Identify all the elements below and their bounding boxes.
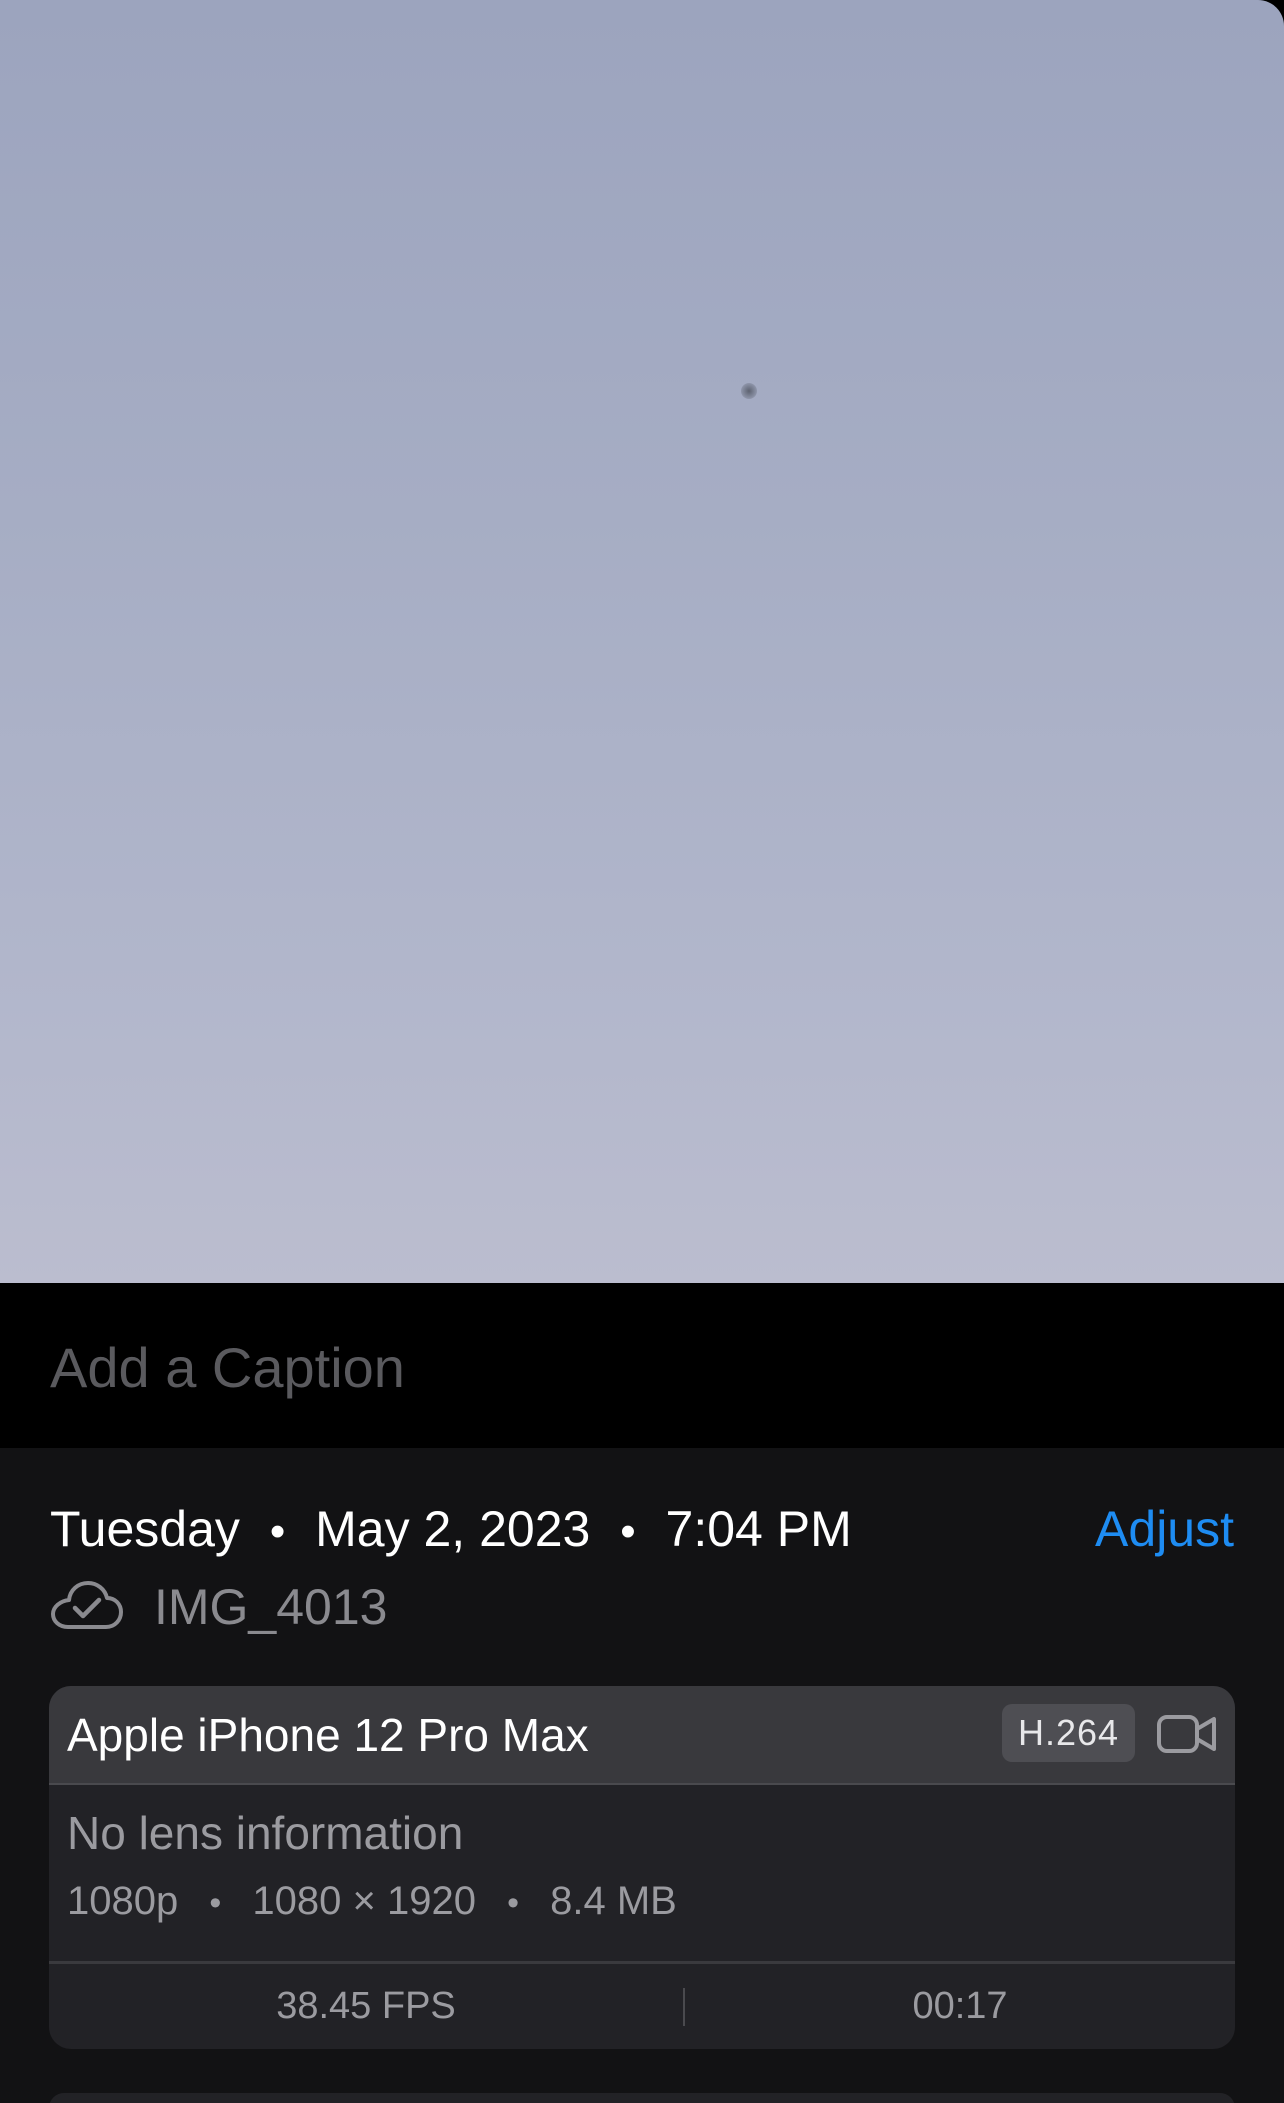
caption-input[interactable] [50, 1332, 950, 1402]
device-info-card: Apple iPhone 12 Pro Max H.264 No lens in… [49, 1686, 1235, 2049]
date-time-line: Tuesday • May 2, 2023 • 7:04 PM [50, 1498, 852, 1563]
separator-dot: • [507, 1884, 519, 1922]
frame-rate-stat: 38.45 FPS [276, 1985, 456, 2027]
resolution-label: 1080p [67, 1879, 179, 1923]
separator-dot: • [620, 1507, 636, 1556]
photo-preview[interactable] [0, 0, 1284, 1283]
file-name-row: IMG_4013 [50, 1574, 387, 1640]
next-card-edge [49, 2093, 1235, 2103]
device-name: Apple iPhone 12 Pro Max [67, 1709, 589, 1761]
cloud-check-icon [50, 1579, 124, 1635]
weekday-label: Tuesday [50, 1501, 240, 1557]
file-size-label: 8.4 MB [550, 1879, 677, 1923]
separator-dot: • [209, 1884, 222, 1922]
device-card-header: Apple iPhone 12 Pro Max H.264 [49, 1686, 1235, 1785]
separator-dot: • [269, 1507, 286, 1556]
photo-info-screen: Tuesday • May 2, 2023 • 7:04 PM Adjust I… [0, 0, 1284, 2103]
photo-speck [741, 383, 757, 399]
file-name: IMG_4013 [154, 1579, 388, 1635]
codec-badge: H.264 [1002, 1704, 1135, 1762]
lens-info: No lens information [67, 1807, 464, 1859]
date-label: May 2, 2023 [315, 1501, 591, 1557]
video-camera-icon [1156, 1711, 1218, 1757]
time-label: 7:04 PM [665, 1501, 852, 1557]
duration-stat: 00:17 [912, 1985, 1008, 2027]
adjust-button[interactable]: Adjust [1095, 1498, 1234, 1560]
dimensions-label: 1080 × 1920 [252, 1879, 476, 1923]
video-specs: 1080p • 1080 × 1920 • 8.4 MB [67, 1876, 677, 1928]
